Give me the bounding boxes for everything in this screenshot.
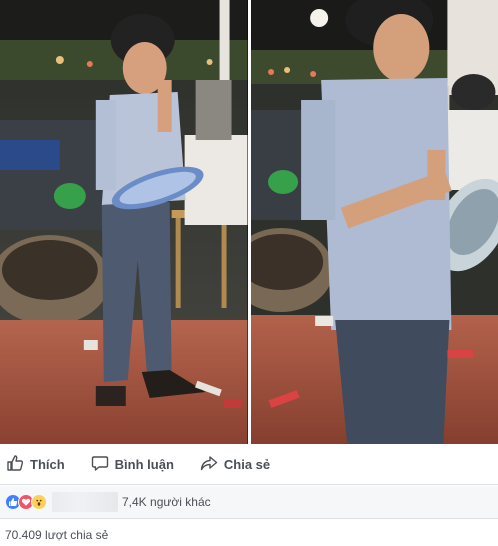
photo-right[interactable] [250,0,498,444]
photo-left[interactable] [0,0,248,444]
comment-label: Bình luận [114,456,174,472]
share-arrow-icon [200,454,218,475]
like-label: Thích [30,456,65,472]
blurred-name [52,492,118,512]
photo-left-image [0,0,248,444]
like-button[interactable]: Thích [6,454,65,475]
comment-button[interactable]: Bình luận [91,454,174,475]
reaction-others-count[interactable]: 7,4K người khác [122,495,211,509]
share-label: Chia sẻ [223,456,271,472]
wow-icon [31,494,47,510]
divider [0,518,498,519]
photo-right-image [250,0,498,444]
comment-bubble-icon [91,454,109,475]
post-actions-bar: Thích Bình luận Chia sẻ [0,444,498,484]
facebook-post: Thích Bình luận Chia sẻ 7,4K người khác … [0,0,498,546]
share-count[interactable]: 70.409 lượt chia sẻ [5,528,108,542]
photo-strip [0,0,498,444]
reaction-icons [5,494,47,510]
share-button[interactable]: Chia sẻ [200,454,270,475]
thumbs-up-icon [6,454,24,475]
divider [0,484,498,485]
reactions-summary[interactable]: 7,4K người khác [0,486,498,518]
